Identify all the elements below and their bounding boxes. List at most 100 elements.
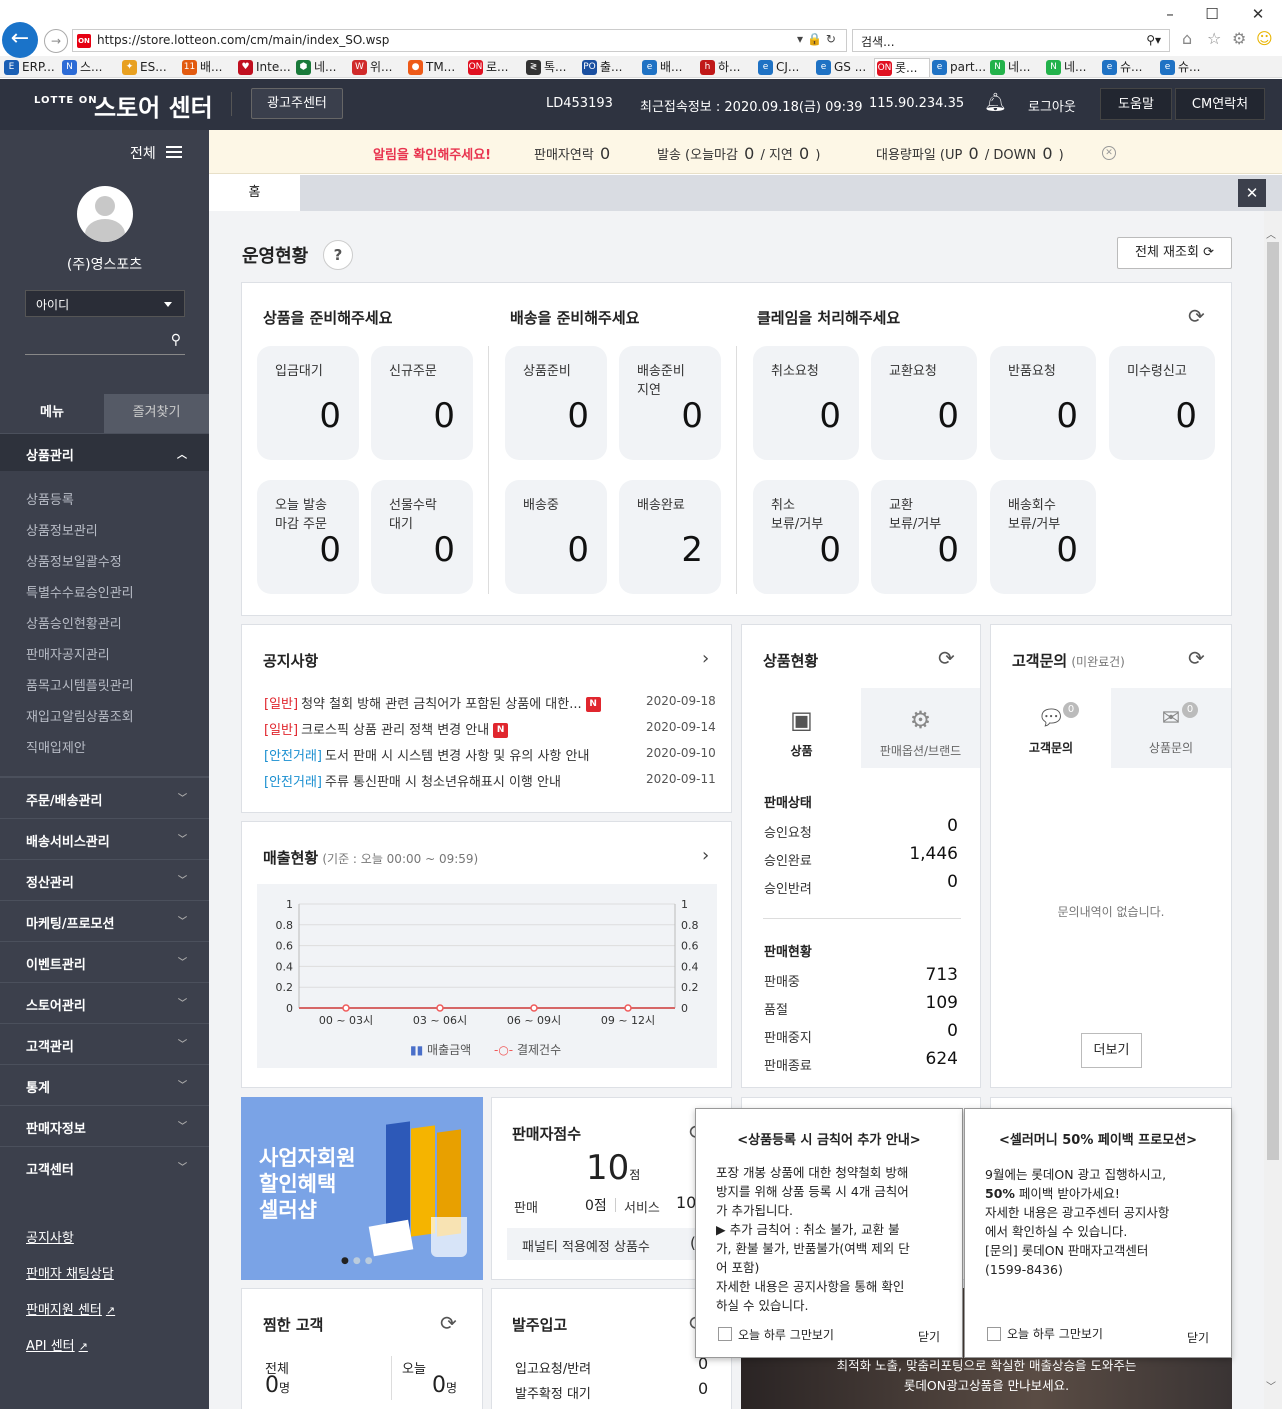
carousel-dots[interactable]: ●●● [341, 1256, 377, 1266]
browser-tab[interactable]: e 슈... [1100, 58, 1158, 77]
sidebar-subitem[interactable]: 상품정보일괄수정 [26, 551, 122, 570]
sidebar-category[interactable]: 고객센터 ﹀ [0, 1146, 209, 1187]
scrollbar-thumb[interactable] [1267, 242, 1279, 1160]
browser-tab[interactable]: e GS ... [814, 58, 874, 77]
browser-tab[interactable]: ● TM... [406, 58, 466, 77]
minimize-button[interactable]: – [1150, 2, 1190, 26]
help-button[interactable]: 도움말 [1100, 88, 1172, 120]
sidebar-category-product[interactable]: 상품관리 ︿ [0, 433, 209, 471]
sidebar-subitem[interactable]: 판매자공지관리 [26, 644, 110, 663]
favorites-star-icon[interactable]: ☆ [1207, 29, 1221, 48]
search-icon[interactable]: ⚲ [171, 332, 181, 348]
browser-tab[interactable]: 11 배... [180, 58, 236, 77]
sidebar-link[interactable]: 공지사항 [26, 1227, 74, 1246]
hamburger-menu-icon[interactable] [166, 146, 182, 158]
address-bar[interactable]: ON https://store.lotteon.com/cm/main/ind… [72, 29, 847, 52]
popup2-close-button[interactable]: 닫기 [1187, 1329, 1209, 1346]
scroll-down-icon[interactable]: ﹀ [1266, 1378, 1276, 1393]
ops-card[interactable]: 취소 보류/거부 0 [753, 480, 859, 594]
tab-menu[interactable]: 메뉴 [0, 394, 104, 433]
help-icon[interactable]: ? [323, 240, 353, 270]
browser-tab[interactable]: e 배... [640, 58, 698, 77]
sidebar-category[interactable]: 스토어관리 ﹀ [0, 982, 209, 1023]
ops-card[interactable]: 교환요청 0 [871, 346, 977, 460]
sidebar-category[interactable]: 고객관리 ﹀ [0, 1023, 209, 1064]
chevron-right-icon[interactable]: › [702, 648, 709, 669]
ops-card[interactable]: 배송완료 2 [619, 480, 721, 594]
ship-status[interactable]: 발송 (오늘마감 0 / 지연 0 ) [657, 144, 820, 163]
id-select[interactable]: 아이디 [25, 290, 185, 317]
browser-tab[interactable]: E ERP... [2, 58, 60, 77]
sidebar-subitem[interactable]: 직매입제안 [26, 737, 86, 756]
sidebar-category[interactable]: 이벤트관리 ﹀ [0, 941, 209, 982]
browser-tab[interactable]: e CJ... [756, 58, 814, 77]
seller-contact[interactable]: 판매자연락 0 [534, 144, 612, 163]
refresh-icon[interactable]: ⟳ [938, 646, 955, 670]
browser-tab[interactable]: W 위... [350, 58, 406, 77]
state-value[interactable]: 1,446 [868, 844, 958, 864]
status-value[interactable]: 0 [868, 1021, 958, 1041]
tab-option-brand[interactable]: ⚙ 판매옵션/브랜드 [861, 688, 980, 768]
sidebar-subitem[interactable]: 상품등록 [26, 489, 74, 508]
state-value[interactable]: 0 [868, 872, 958, 892]
ops-card[interactable]: 입금대기 0 [257, 346, 359, 460]
logo-lotteon[interactable]: LOTTE ON [34, 95, 98, 106]
browser-tab[interactable]: ON 롯... [874, 58, 930, 77]
cm-contact-button[interactable]: CM연락처 [1175, 88, 1265, 120]
ops-card[interactable]: 취소요청 0 [753, 346, 859, 460]
status-value[interactable]: 713 [868, 965, 958, 985]
popup1-no-today-label[interactable]: 오늘 하루 그만보기 [738, 1326, 834, 1343]
sidebar-category[interactable]: 통계 ﹀ [0, 1064, 209, 1105]
ops-card[interactable]: 미수령신고 0 [1109, 346, 1215, 460]
close-notice-icon[interactable]: ✕ [1102, 146, 1116, 160]
maximize-button[interactable]: ☐ [1192, 2, 1232, 26]
status-value[interactable]: 109 [868, 993, 958, 1013]
browser-tab[interactable]: ≷ 톡... [524, 58, 580, 77]
logout-link[interactable]: 로그아웃 [1028, 96, 1076, 115]
ops-card[interactable]: 상품준비 0 [505, 346, 607, 460]
browser-tab[interactable]: h 하... [698, 58, 756, 77]
popup2-no-today-label[interactable]: 오늘 하루 그만보기 [1007, 1325, 1103, 1342]
browser-tab[interactable]: e 슈... [1158, 58, 1216, 77]
refresh-all-button[interactable]: 전체 재조회 ⟳ [1117, 237, 1232, 269]
tab-product[interactable]: ▣ 상품 [742, 688, 861, 768]
sidebar-subitem[interactable]: 특별수수료승인관리 [26, 582, 134, 601]
notice-item[interactable]: [일반] 청약 철회 방해 관련 금칙어가 포함된 상품에 대한... N [264, 693, 601, 712]
sidebar-subitem[interactable]: 품목고시템플릿관리 [26, 675, 134, 694]
browser-tab[interactable]: N 네... [988, 58, 1044, 77]
promo-banner[interactable]: 사업자회원 할인혜택 셀러샵 ●●● [241, 1097, 483, 1280]
ops-card[interactable]: 배송준비 지연 0 [619, 346, 721, 460]
refresh-icon[interactable]: ⟳ [1188, 646, 1205, 670]
popup1-checkbox[interactable] [718, 1327, 732, 1341]
sidebar-category[interactable]: 정산관리 ﹀ [0, 859, 209, 900]
browser-tab[interactable]: e part... [930, 58, 988, 77]
bell-icon[interactable]: 🔔︎ [984, 92, 1007, 113]
browser-tab[interactable]: ⬢ 네... [294, 58, 350, 77]
sidebar-category[interactable]: 주문/배송관리 ﹀ [0, 777, 209, 818]
home-icon[interactable]: ⌂ [1182, 29, 1192, 48]
tab-home[interactable]: 홈 [209, 175, 300, 211]
smiley-feedback-icon[interactable]: ☺ [1256, 29, 1273, 48]
sidebar-link[interactable]: 판매지원 센터 ↗ [26, 1299, 115, 1318]
close-all-tabs-icon[interactable]: ✕ [1238, 179, 1266, 207]
ops-card[interactable]: 신규주문 0 [371, 346, 473, 460]
ops-card[interactable]: 교환 보류/거부 0 [871, 480, 977, 594]
sidebar-subitem[interactable]: 상품정보관리 [26, 520, 98, 539]
ops-card[interactable]: 배송회수 보류/거부 0 [990, 480, 1096, 594]
address-controls-icon[interactable]: ▾🔒↻ [797, 32, 840, 46]
settings-gear-icon[interactable]: ⚙ [1232, 29, 1246, 48]
sidebar-category[interactable]: 배송서비스관리 ﹀ [0, 818, 209, 859]
sidebar-link[interactable]: API 센터 ↗ [26, 1335, 88, 1354]
ops-card[interactable]: 반품요청 0 [990, 346, 1096, 460]
state-value[interactable]: 0 [868, 816, 958, 836]
tab-favorites[interactable]: 즐겨찾기 [104, 394, 209, 433]
sidebar-subitem[interactable]: 재입고알림상품조회 [26, 706, 134, 725]
ops-card[interactable]: 오늘 발송 마감 주문 0 [257, 480, 359, 594]
notice-item[interactable]: [일반] 크로스픽 상품 관리 정책 변경 안내 N [264, 719, 509, 738]
browser-tab[interactable]: ♥ Inte... [236, 58, 294, 77]
browser-tab[interactable]: PO 출... [580, 58, 640, 77]
browser-search-input[interactable]: 검색... ⚲▾ [852, 29, 1170, 52]
sidebar-category[interactable]: 판매자정보 ﹀ [0, 1105, 209, 1146]
close-window-button[interactable]: ✕ [1238, 2, 1278, 26]
chevron-right-icon[interactable]: › [702, 845, 709, 866]
